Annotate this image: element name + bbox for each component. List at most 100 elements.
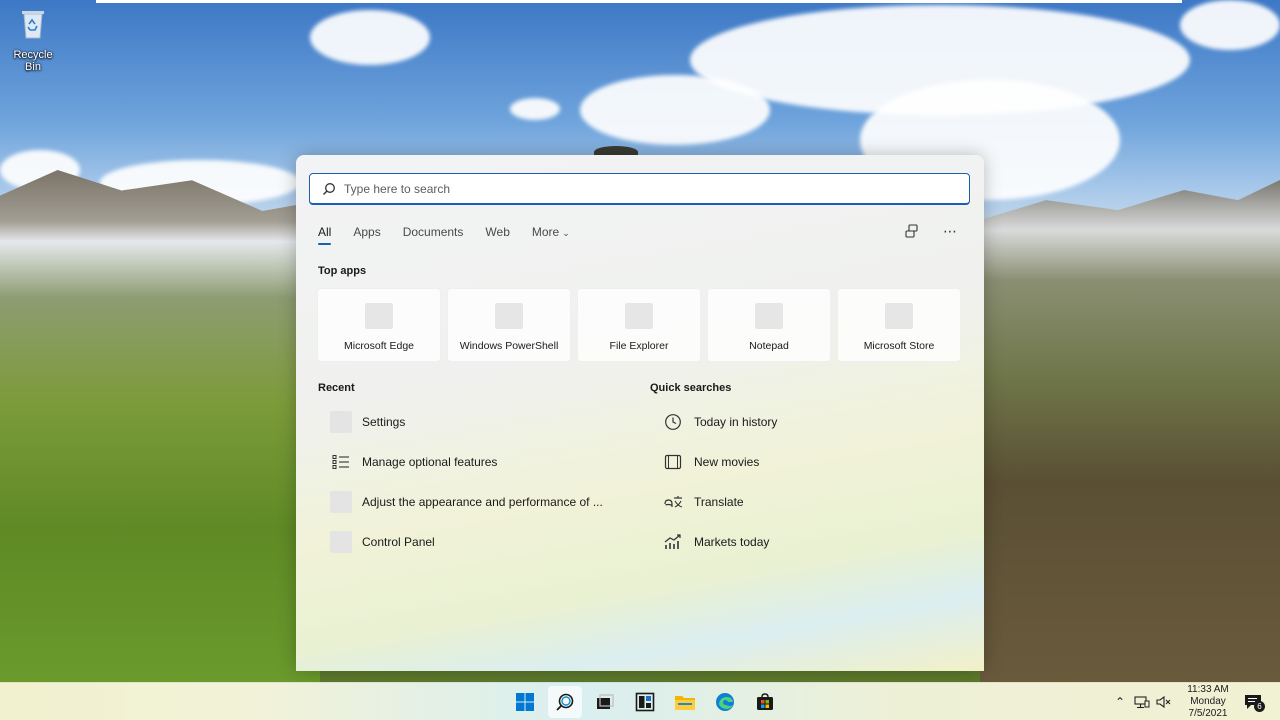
app-tile-microsoft-store[interactable]: Microsoft Store	[837, 288, 961, 362]
app-tile-label: Notepad	[749, 340, 789, 352]
quick-search-markets-today[interactable]: Markets today	[662, 522, 777, 562]
tab-apps[interactable]: Apps	[353, 225, 380, 245]
notification-center-button[interactable]: 6	[1242, 691, 1265, 713]
tab-label: All	[318, 225, 332, 239]
store-icon	[757, 693, 773, 710]
list-item-label: Translate	[694, 495, 744, 509]
windows-start-icon	[516, 693, 534, 711]
search-box[interactable]	[309, 173, 970, 205]
app-placeholder-icon	[365, 303, 393, 329]
list-item-label: Adjust the appearance and performance of…	[362, 495, 603, 509]
show-hidden-icons-button[interactable]: ⌃	[1110, 692, 1130, 712]
widgets-icon	[635, 692, 655, 712]
recent-list: Settings Manage optional features Adjust…	[330, 402, 603, 562]
control-panel-placeholder-icon	[330, 531, 352, 553]
tab-more[interactable]: More ⌄	[532, 225, 570, 245]
quick-searches-list: Today in history New movies Translate Ma…	[662, 402, 777, 562]
chevron-up-icon: ⌃	[1114, 695, 1126, 709]
start-button[interactable]	[508, 686, 542, 718]
clock-icon	[662, 411, 684, 433]
notification-count-badge: 6	[1254, 701, 1265, 712]
search-input[interactable]	[344, 181, 944, 196]
cloud	[510, 98, 560, 120]
app-placeholder-icon	[755, 303, 783, 329]
quick-search-new-movies[interactable]: New movies	[662, 442, 777, 482]
app-tile-label: Windows PowerShell	[459, 340, 559, 352]
list-item-label: Today in history	[694, 415, 778, 429]
app-tile-notepad[interactable]: Notepad	[707, 288, 831, 362]
list-item-label: New movies	[694, 455, 760, 469]
top-apps-grid: Microsoft Edge Windows PowerShell File E…	[317, 288, 961, 362]
tab-label: Documents	[402, 225, 464, 239]
list-item-label: Markets today	[694, 535, 770, 549]
list-item-label: Control Panel	[362, 535, 435, 549]
file-explorer-icon	[675, 696, 695, 710]
app-tile-label: Microsoft Edge	[343, 340, 415, 352]
tab-web[interactable]: Web	[485, 225, 509, 245]
app-placeholder-icon	[885, 303, 913, 329]
clock[interactable]: 11:33 AM Monday 7/5/2021	[1184, 684, 1232, 720]
window-edge-strip	[96, 0, 1182, 3]
clock-date: 7/5/2021	[1188, 708, 1228, 719]
network-icon	[1134, 696, 1150, 709]
task-view-icon	[597, 694, 614, 709]
quick-search-translate[interactable]: Translate	[662, 482, 777, 522]
app-placeholder-icon	[625, 303, 653, 329]
more-options-button[interactable]: ⋯	[940, 221, 960, 241]
app-placeholder-icon	[495, 303, 523, 329]
list-item-label: Manage optional features	[362, 455, 498, 469]
search-tabs: All Apps Documents Web More ⌄	[318, 225, 592, 245]
network-button[interactable]	[1132, 692, 1152, 712]
search-flyout: All Apps Documents Web More⌄ ⋯ Top apps …	[296, 155, 984, 671]
app-tile-file-explorer[interactable]: File Explorer	[577, 288, 701, 362]
recent-item-adjust-appearance[interactable]: Adjust the appearance and performance of…	[330, 482, 603, 522]
store-button[interactable]	[748, 686, 782, 718]
tab-label: Web	[485, 225, 510, 239]
chart-icon	[662, 531, 684, 553]
mountain-right	[980, 180, 1280, 682]
tab-label: Apps	[353, 225, 381, 239]
app-tile-microsoft-edge[interactable]: Microsoft Edge	[317, 288, 441, 362]
recycle-bin-label: Recycle Bin	[13, 49, 53, 73]
cloud	[310, 10, 430, 65]
search-icon	[556, 693, 574, 711]
quick-search-today-in-history[interactable]: Today in history	[662, 402, 777, 442]
taskbar-search-button[interactable]	[548, 686, 582, 718]
clock-time: 11:33 AM	[1187, 684, 1229, 695]
task-view-button[interactable]	[588, 686, 622, 718]
connected-accounts-icon	[905, 224, 918, 238]
recycle-bin-icon	[22, 11, 44, 39]
list-item-label: Settings	[362, 415, 406, 429]
recycle-bin-shortcut[interactable]: Recycle Bin	[4, 6, 62, 73]
tab-documents[interactable]: Documents	[403, 225, 464, 245]
more-options-icon: ⋯	[943, 222, 957, 239]
cloud	[1180, 0, 1280, 50]
recent-item-control-panel[interactable]: Control Panel	[330, 522, 603, 562]
file-explorer-button[interactable]	[668, 686, 702, 718]
volume-muted-icon	[1156, 695, 1171, 709]
performance-placeholder-icon	[330, 491, 352, 513]
list-icon	[330, 451, 352, 473]
volume-button[interactable]	[1154, 692, 1174, 712]
quick-searches-title: Quick searches	[650, 382, 732, 394]
widgets-button[interactable]	[628, 686, 662, 718]
clock-day: Monday	[1190, 696, 1226, 707]
edge-button[interactable]	[708, 686, 742, 718]
mountain-left	[0, 170, 320, 682]
app-tile-label: Microsoft Store	[863, 340, 935, 352]
tab-label: More	[531, 225, 560, 239]
translate-icon	[662, 491, 684, 513]
top-apps-title: Top apps	[318, 265, 367, 277]
recent-item-settings[interactable]: Settings	[330, 402, 603, 442]
search-icon	[323, 182, 335, 195]
system-tray: ⌃ 11:33 AM Monday 7/5/2021 6	[1110, 683, 1280, 720]
app-tile-label: File Explorer	[609, 340, 669, 352]
app-tile-windows-powershell[interactable]: Windows PowerShell	[447, 288, 571, 362]
connected-accounts-button[interactable]	[902, 221, 922, 241]
edge-icon	[716, 693, 734, 711]
recent-item-manage-optional-features[interactable]: Manage optional features	[330, 442, 603, 482]
settings-placeholder-icon	[330, 411, 352, 433]
recent-title: Recent	[318, 382, 355, 394]
film-icon	[662, 451, 684, 473]
tab-all[interactable]: All	[318, 225, 332, 245]
